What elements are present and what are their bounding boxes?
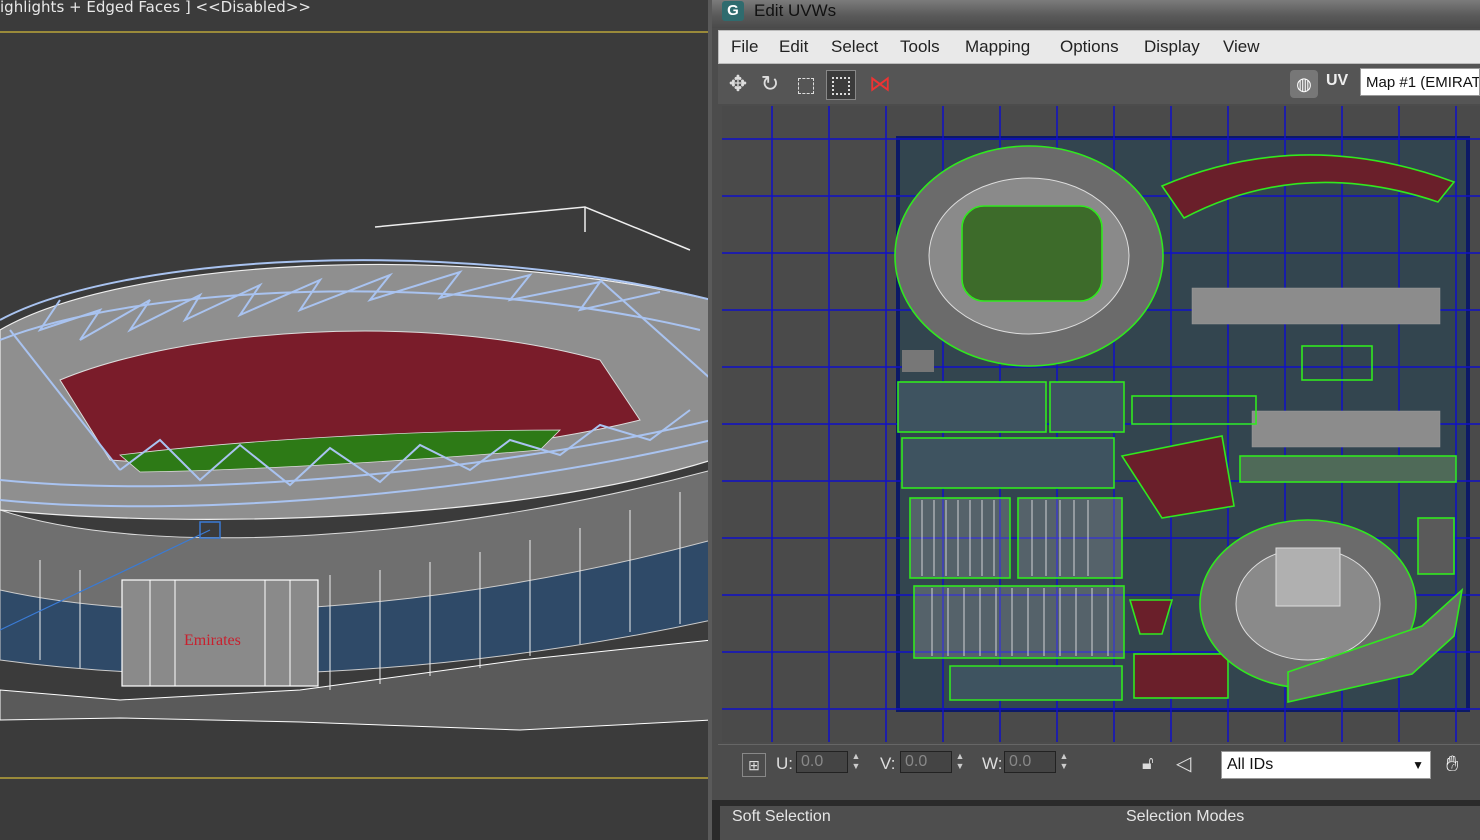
v-field[interactable]: 0.0 [900,751,952,773]
chevron-down-icon: ▼ [1412,758,1424,772]
rollout-panel: Soft Selection Selection Modes [712,800,1480,840]
mirror-icon[interactable]: ⋈ [866,70,894,98]
uv-mode-label[interactable]: UV [1326,72,1348,90]
window-titlebar[interactable]: G Edit UVWs [712,0,1480,28]
move-icon[interactable]: ✥ [724,70,752,98]
soft-selection-rollout[interactable]: Soft Selection [732,808,831,826]
menu-file[interactable]: File [731,37,758,57]
absolute-offset-icon[interactable]: ⊞ [742,753,766,777]
menu-options[interactable]: Options [1060,37,1119,57]
w-field[interactable]: 0.0 [1004,751,1056,773]
uv-editor-canvas[interactable] [722,106,1480,742]
menu-mapping[interactable]: Mapping [965,37,1030,57]
menu-select[interactable]: Select [831,37,878,57]
pan-hand-icon[interactable]: ✋︎ [1446,751,1459,777]
u-label: U: [776,754,793,773]
uv-status-bar: ⊞ U: 0.0 ▲ ▼ V: 0.0 ▲ ▼ W: 0.0 ▲ ▼ 🔓︎ ◁ All… [718,744,1480,785]
lock-icon[interactable]: 🔓︎ [1142,753,1154,774]
perspective-viewport[interactable]: ighlights + Edged Faces ] <<Disabled>> E… [0,0,712,840]
freeform-icon[interactable] [826,70,856,100]
scale-icon[interactable] [792,70,820,98]
app-icon: G [722,1,744,21]
menu-bar: File Edit Select Tools Mapping Options D… [718,30,1480,64]
u-field[interactable]: 0.0 [796,751,848,773]
map-channel-dropdown[interactable]: Map #1 (EMIRAT [1360,68,1480,96]
v-spinner[interactable]: ▲ ▼ [954,751,966,773]
paint-select-icon[interactable]: ◁ [1176,751,1191,776]
selection-modes-rollout[interactable]: Selection Modes [1126,808,1244,826]
menu-display[interactable]: Display [1144,37,1200,57]
material-ids-dropdown[interactable]: All IDs ▼ [1221,751,1431,779]
v-label: V: [880,754,896,773]
window-title: Edit UVWs [754,1,837,20]
w-label: W: [982,754,1003,773]
ids-value: All IDs [1227,756,1274,773]
menu-view[interactable]: View [1223,37,1260,57]
stadium-model[interactable] [0,0,712,840]
emirates-logo: Emirates [184,632,241,649]
menu-edit[interactable]: Edit [779,37,808,57]
rotate-icon[interactable]: ↻ [756,70,784,98]
edit-uvws-window: G Edit UVWs File Edit Select Tools Mappi… [712,0,1480,800]
u-spinner[interactable]: ▲ ▼ [850,751,862,773]
rollout-area: Soft Selection Selection Modes [720,806,1480,840]
checker-map-icon[interactable]: ◍ [1290,70,1318,98]
w-spinner[interactable]: ▲ ▼ [1058,751,1070,773]
menu-tools[interactable]: Tools [900,37,940,57]
